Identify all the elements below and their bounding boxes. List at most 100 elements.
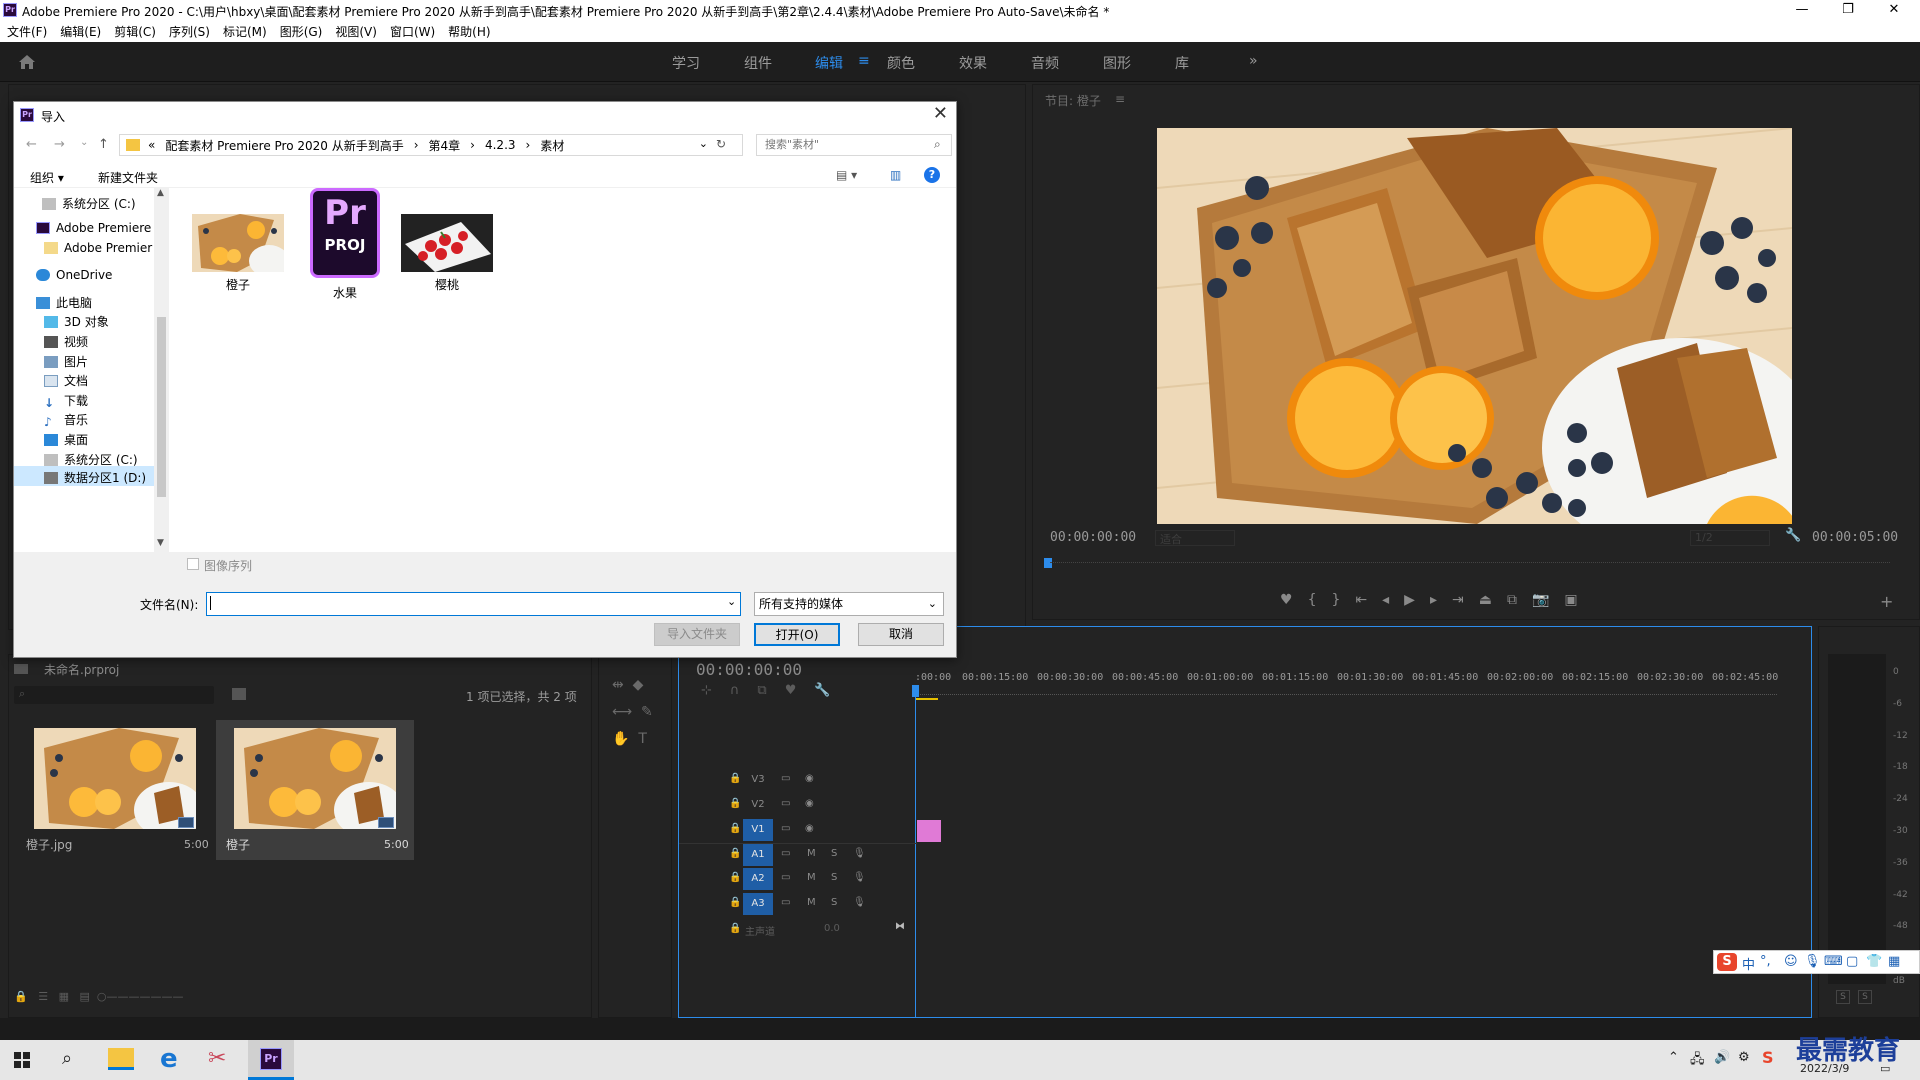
breadcrumb-separator[interactable]: › (526, 138, 531, 152)
track-target-a1[interactable]: A1 (743, 844, 773, 866)
menu-help[interactable]: 帮助(H) (448, 23, 490, 40)
home-icon[interactable] (18, 54, 36, 70)
windows-start-icon[interactable] (14, 1052, 30, 1068)
lock-icon[interactable]: 🔒 (729, 798, 741, 809)
ime-mode-chinese[interactable]: 中 (1742, 954, 1755, 973)
meter-solo-left-button[interactable]: S (1836, 990, 1850, 1004)
cancel-button[interactable]: 取消 (858, 623, 944, 646)
work-area-bar[interactable] (916, 698, 938, 700)
new-bin-icon[interactable] (232, 688, 246, 700)
workspace-audio[interactable]: 音频 (1031, 53, 1059, 73)
menu-edit[interactable]: 编辑(E) (60, 23, 101, 40)
filename-input[interactable] (206, 592, 741, 616)
program-scrub-bar[interactable] (1050, 562, 1890, 563)
restore-button[interactable]: ❐ (1826, 0, 1870, 20)
breadcrumb-item[interactable]: 第4章 (429, 137, 461, 154)
navigation-scrollbar-thumb[interactable] (157, 317, 166, 497)
sync-lock-icon[interactable]: ▭ (781, 823, 790, 834)
panel-menu-icon[interactable]: ≡ (1115, 92, 1125, 106)
master-volume-value[interactable]: 0.0 (824, 923, 840, 934)
workspace-effects[interactable]: 效果 (959, 53, 987, 73)
go-to-in-icon[interactable]: ⇤ (1355, 592, 1382, 608)
file-item[interactable]: 樱桃 (400, 214, 494, 293)
solo-icon[interactable]: S (831, 897, 837, 908)
menu-sequence[interactable]: 序列(S) (169, 23, 210, 40)
file-item[interactable]: 橙子 (191, 214, 285, 293)
nest-icon[interactable]: ⊹ (701, 683, 730, 698)
sync-lock-icon[interactable]: ▭ (781, 848, 790, 859)
meter-solo-right-button[interactable]: S (1858, 990, 1872, 1004)
image-sequence-checkbox[interactable] (187, 558, 199, 570)
timeline-settings-icon[interactable]: 🔧 (814, 683, 848, 698)
workspace-graphics[interactable]: 图形 (1103, 53, 1131, 73)
eye-icon[interactable]: ◉ (805, 798, 814, 809)
menu-marker[interactable]: 标记(M) (223, 23, 267, 40)
tree-item[interactable]: 文档 (44, 372, 88, 389)
add-marker-icon[interactable]: ♥ (1280, 592, 1308, 608)
wrench-icon[interactable]: 🔧 (1785, 528, 1801, 543)
breadcrumb-overflow[interactable]: « (148, 138, 155, 152)
file-type-select[interactable]: 所有支持的媒体 ⌄ (754, 592, 944, 616)
solo-icon[interactable]: S (831, 848, 837, 859)
slip-tool-icon[interactable]: ⟷ (612, 704, 632, 720)
fit-dropdown[interactable]: 适合 (1155, 530, 1235, 546)
program-timecode-in[interactable]: 00:00:00:00 (1050, 530, 1136, 545)
button-editor-icon[interactable]: + (1880, 592, 1893, 611)
recent-locations-icon[interactable]: ⌄ (80, 137, 88, 148)
linked-selection-icon[interactable]: ⧉ (757, 683, 784, 698)
ime-punctuation[interactable]: °, (1760, 954, 1771, 969)
address-bar[interactable]: « 配套素材 Premiere Pro 2020 从新手到高手 › 第4章 › … (119, 134, 743, 156)
list-view-icon[interactable]: ☰ (38, 990, 48, 1003)
up-button[interactable]: ↑ (98, 137, 109, 152)
minimize-button[interactable]: — (1780, 0, 1824, 20)
open-button[interactable]: 打开(O) (754, 623, 840, 646)
sogou-logo-icon[interactable]: S (1717, 953, 1737, 971)
menu-graphics[interactable]: 图形(G) (280, 23, 323, 40)
compare-icon[interactable]: ▣ (1564, 592, 1592, 608)
timeline-clip[interactable] (917, 820, 941, 842)
show-hidden-icons[interactable]: ⌃ (1668, 1050, 1679, 1065)
tree-item[interactable]: 系统分区 (C:) (42, 195, 136, 212)
back-button[interactable]: ← (26, 137, 37, 152)
lift-icon[interactable]: ⏏ (1479, 592, 1507, 608)
organize-menu[interactable]: 组织 ▾ (30, 169, 64, 186)
folder-search-input[interactable]: 搜索"素材" (756, 134, 952, 156)
workspace-menu-icon[interactable]: ≡ (858, 53, 870, 69)
more-workspaces-icon[interactable]: » (1249, 53, 1258, 69)
eye-icon[interactable]: ◉ (805, 773, 814, 784)
workspace-libraries[interactable]: 库 (1175, 53, 1189, 73)
scroll-up-icon[interactable]: ▲ (157, 188, 164, 198)
track-target-v3[interactable]: V3 (743, 769, 773, 791)
step-back-icon[interactable]: ◂ (1382, 592, 1404, 608)
menu-clip[interactable]: 剪辑(C) (114, 23, 156, 40)
address-dropdown-icon[interactable]: ⌄ (699, 137, 708, 150)
tree-item[interactable]: OneDrive (36, 268, 112, 282)
mic-icon[interactable]: 🎙 (853, 872, 866, 883)
mark-out-icon[interactable]: } (1331, 592, 1355, 608)
voice-icon[interactable]: 🎙 (1804, 954, 1821, 969)
type-tool-icon[interactable]: T (638, 731, 647, 747)
skin-icon[interactable]: ▢ (1846, 954, 1858, 969)
emoji-icon[interactable]: ☺ (1784, 954, 1798, 969)
track-target-a3[interactable]: A3 (743, 893, 773, 915)
sync-lock-icon[interactable]: ▭ (781, 798, 790, 809)
project-item-selected[interactable]: 橙子 5:00 (216, 720, 414, 860)
razor-tool-icon[interactable]: ◆ (633, 677, 644, 693)
mute-icon[interactable]: M (807, 848, 816, 859)
eye-icon[interactable]: ◉ (805, 823, 814, 834)
toolbox-icon[interactable]: 👕 (1866, 954, 1882, 969)
import-folder-button[interactable]: 导入文件夹 (654, 623, 740, 646)
marker-icon[interactable]: ♥ (785, 683, 815, 698)
lock-icon[interactable]: 🔒 (729, 923, 741, 934)
search-icon[interactable]: ⌕ (62, 1048, 72, 1069)
menu-file[interactable]: 文件(F) (7, 23, 47, 40)
breadcrumb-item[interactable]: 4.2.3 (485, 138, 516, 152)
lock-icon[interactable]: 🔒 (729, 872, 741, 883)
workspace-editing[interactable]: 编辑 (815, 53, 843, 73)
snap-icon[interactable]: ∩ (730, 683, 758, 698)
ime-menu-icon[interactable]: ▦ (1888, 954, 1900, 969)
solo-icon[interactable]: S (831, 872, 837, 883)
track-target-a2[interactable]: A2 (743, 868, 773, 890)
lock-icon[interactable]: 🔒 (729, 773, 741, 784)
lock-icon[interactable]: 🔒 (729, 897, 741, 908)
